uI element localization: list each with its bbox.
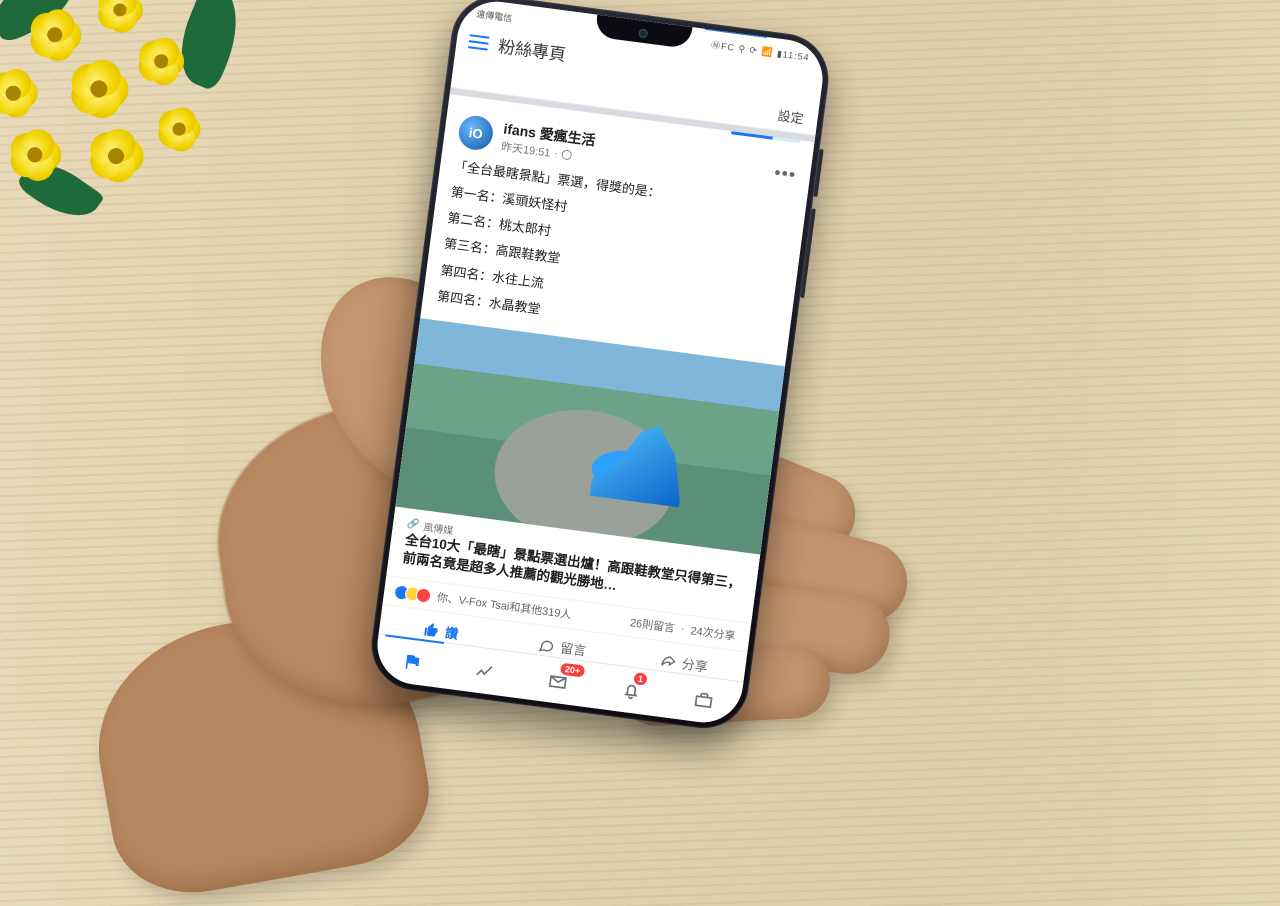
share-icon	[659, 652, 677, 670]
high-heel-church	[590, 418, 689, 507]
chart-icon	[474, 660, 496, 682]
post-card: iO ifans 愛瘋生活 昨天19:51 · ••• 「全台最瞎景點」票選，得…	[379, 94, 815, 681]
tab-insights[interactable]	[446, 644, 525, 698]
side-button	[813, 149, 823, 197]
briefcase-icon	[693, 689, 715, 711]
post-menu-icon[interactable]: •••	[773, 162, 797, 186]
reaction-icons	[397, 584, 432, 603]
feed[interactable]: iO ifans 愛瘋生活 昨天19:51 · ••• 「全台最瞎景點」票選，得…	[379, 88, 816, 681]
avatar[interactable]: iO	[457, 114, 495, 152]
tab-more[interactable]	[665, 673, 744, 727]
flag-icon	[401, 650, 423, 672]
link-icon: 🔗	[407, 518, 421, 531]
comment-count: 26則留言	[629, 615, 676, 637]
settings-link[interactable]: 設定	[777, 105, 805, 127]
tab-notifications[interactable]: 1	[592, 663, 671, 717]
tab-inbox[interactable]: 20+	[519, 654, 598, 708]
thumbs-up-icon	[422, 621, 440, 639]
tab-flag[interactable]	[373, 634, 452, 688]
share-count: 24次分享	[689, 622, 736, 644]
menu-icon[interactable]	[468, 34, 490, 50]
page-title: 粉絲專頁	[497, 32, 568, 66]
comment-icon	[538, 636, 556, 654]
decor-flowers	[0, 0, 300, 270]
globe-icon	[561, 149, 572, 160]
notif-badge: 1	[633, 672, 647, 686]
